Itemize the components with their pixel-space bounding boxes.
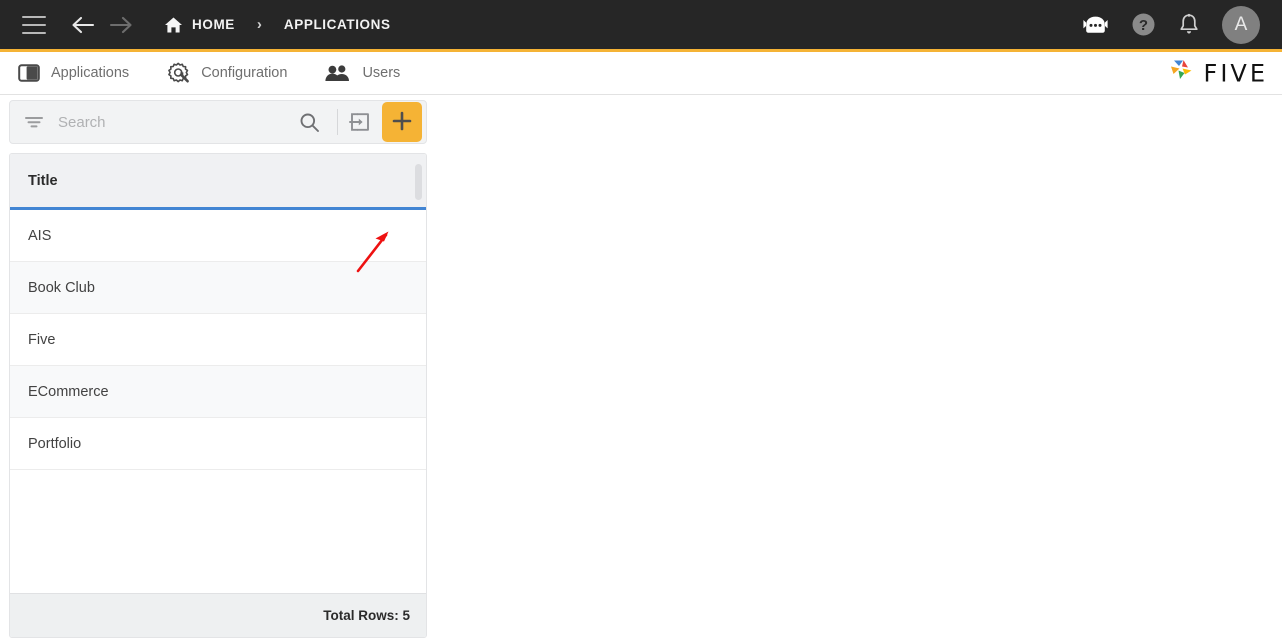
tab-users[interactable]: Users bbox=[325, 52, 400, 94]
module-tab-bar: Applications Configuration Users FIVE bbox=[0, 52, 1282, 95]
table-row[interactable]: Five bbox=[10, 314, 426, 366]
vertical-scrollbar-thumb[interactable] bbox=[415, 164, 422, 200]
notifications-bell-icon[interactable] bbox=[1178, 13, 1200, 37]
plus-icon bbox=[391, 110, 413, 135]
tab-label: Users bbox=[362, 65, 401, 81]
table-row[interactable]: AIS bbox=[10, 210, 426, 262]
breadcrumb-separator-icon: › bbox=[256, 16, 262, 33]
hamburger-menu-icon[interactable] bbox=[22, 15, 46, 34]
hamburger-line bbox=[22, 31, 46, 34]
applications-list-panel: Title AIS Book Club Five ECommerce Portf… bbox=[9, 100, 427, 638]
svg-text:?: ? bbox=[1139, 17, 1148, 34]
breadcrumb: HOME › APPLICATIONS bbox=[164, 16, 391, 34]
breadcrumb-item-applications[interactable]: APPLICATIONS bbox=[284, 17, 391, 32]
applications-table: Title AIS Book Club Five ECommerce Portf… bbox=[9, 153, 427, 638]
table-row[interactable]: ECommerce bbox=[10, 366, 426, 418]
top-bar-right-group: ? A bbox=[1082, 5, 1268, 44]
table-footer: Total Rows: 5 bbox=[10, 593, 426, 637]
table-row[interactable]: Portfolio bbox=[10, 418, 426, 470]
cell-title: Book Club bbox=[28, 279, 95, 296]
panels-icon bbox=[18, 63, 40, 83]
table-body: AIS Book Club Five ECommerce Portfolio bbox=[10, 210, 426, 593]
hamburger-line bbox=[22, 15, 46, 18]
top-bar-left-group: HOME › APPLICATIONS bbox=[22, 10, 391, 40]
content-area: Title AIS Book Club Five ECommerce Portf… bbox=[0, 95, 1282, 638]
top-app-bar: HOME › APPLICATIONS ? A bbox=[0, 0, 1282, 49]
tab-applications[interactable]: Applications bbox=[18, 52, 129, 94]
cell-title: Portfolio bbox=[28, 435, 82, 452]
arrow-back-icon[interactable] bbox=[68, 10, 98, 40]
tab-label: Applications bbox=[51, 65, 130, 81]
cell-title: Five bbox=[28, 331, 56, 348]
breadcrumb-item-home[interactable]: HOME bbox=[192, 17, 235, 32]
brand-logo: FIVE bbox=[1167, 57, 1268, 90]
search-input[interactable] bbox=[58, 113, 289, 131]
tab-configuration[interactable]: Configuration bbox=[167, 52, 287, 94]
table-row[interactable]: Book Club bbox=[10, 262, 426, 314]
column-header-title[interactable]: Title bbox=[28, 173, 58, 189]
five-pinwheel-logo-icon bbox=[1167, 57, 1197, 90]
search-magnifier-icon[interactable] bbox=[289, 112, 330, 133]
hamburger-line bbox=[22, 23, 46, 26]
help-icon[interactable]: ? bbox=[1131, 12, 1156, 37]
chatbot-icon[interactable] bbox=[1082, 14, 1109, 36]
filter-icon[interactable] bbox=[24, 114, 44, 130]
arrow-forward-icon[interactable] bbox=[106, 10, 136, 40]
list-toolbar bbox=[9, 100, 427, 144]
gear-wrench-icon bbox=[167, 62, 190, 84]
users-icon bbox=[325, 63, 351, 83]
avatar[interactable]: A bbox=[1222, 5, 1260, 44]
import-arrow-into-box-icon[interactable] bbox=[345, 107, 375, 137]
tab-label: Configuration bbox=[201, 65, 288, 81]
table-header: Title bbox=[10, 154, 426, 210]
total-rows-label: Total Rows: 5 bbox=[323, 608, 410, 623]
cell-title: ECommerce bbox=[28, 383, 109, 400]
cell-title: AIS bbox=[28, 227, 52, 244]
brand-wordmark: FIVE bbox=[1203, 59, 1268, 87]
home-icon[interactable] bbox=[164, 16, 183, 34]
toolbar-divider bbox=[337, 109, 338, 135]
add-button[interactable] bbox=[382, 102, 422, 142]
